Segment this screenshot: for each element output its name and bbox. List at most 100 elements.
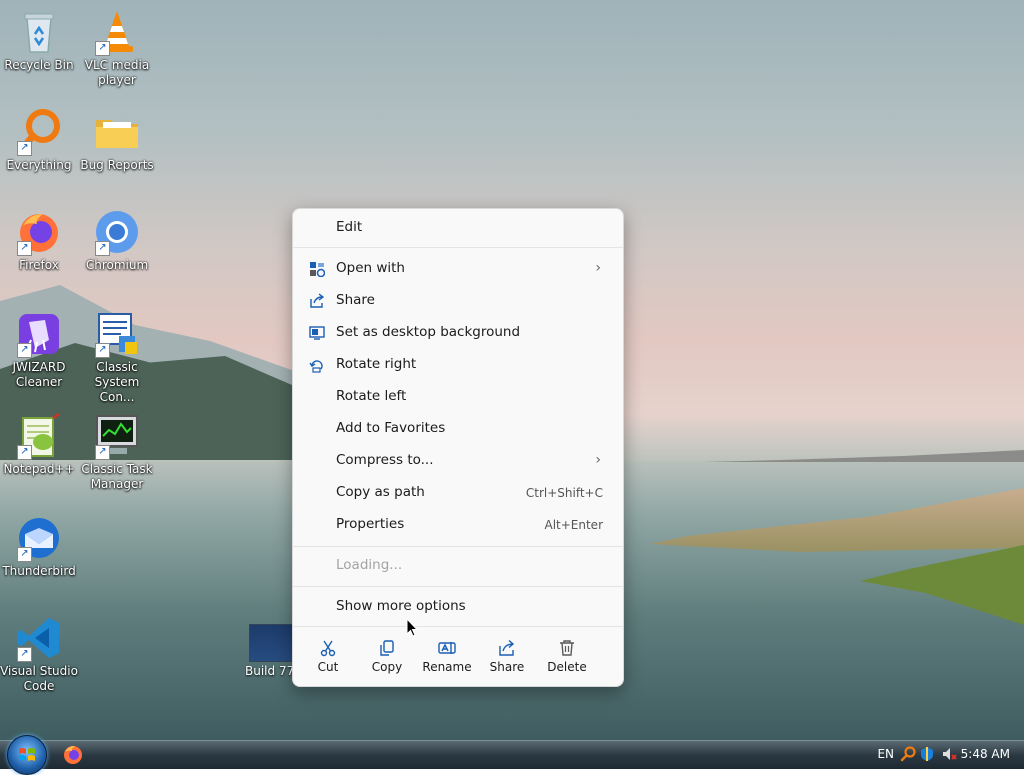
start-button[interactable] bbox=[7, 735, 47, 775]
desktop-icon-chromium[interactable]: ↗ Chromium bbox=[78, 208, 156, 273]
desktop-icon-vscode[interactable]: ↗ Visual Studio Code bbox=[0, 614, 78, 694]
desktop-icon-vlc[interactable]: ↗ VLC media player bbox=[78, 8, 156, 88]
mouse-pointer-icon bbox=[406, 618, 418, 637]
menu-item-show-more-options[interactable]: Show more options bbox=[297, 592, 619, 622]
shortcut-hint: Alt+Enter bbox=[544, 518, 603, 532]
menu-item-label: Edit bbox=[336, 219, 363, 235]
desktop-icon-everything[interactable]: ↗ Everything bbox=[0, 108, 78, 173]
chevron-right-icon: › bbox=[595, 452, 601, 468]
language-indicator[interactable]: EN bbox=[877, 747, 894, 761]
menu-item-set-desktop-background[interactable]: Set as desktop background bbox=[297, 318, 619, 348]
desktop-icon-notepadpp[interactable]: ↗ Notepad++ bbox=[0, 412, 78, 477]
firefox-taskbar-icon[interactable] bbox=[62, 744, 84, 766]
shortcut-arrow-icon: ↗ bbox=[17, 445, 32, 460]
menu-item-label: Loading... bbox=[336, 557, 403, 573]
menu-item-edit[interactable]: Edit bbox=[297, 213, 619, 243]
menu-item-loading: Loading... bbox=[297, 551, 619, 581]
cut-label: Cut bbox=[317, 660, 339, 674]
desktop-icon-thunderbird[interactable]: ↗ Thunderbird bbox=[0, 514, 78, 579]
menu-item-rotate-left[interactable]: Rotate left bbox=[297, 382, 619, 412]
desktop-icon-label: Classic Task Manager bbox=[81, 462, 153, 491]
desktop-icon-classic-system-config[interactable]: ↗ Classic System Con... bbox=[78, 310, 156, 405]
file-thumbnail[interactable] bbox=[249, 624, 295, 662]
folder-icon bbox=[96, 120, 138, 148]
shortcut-arrow-icon: ↗ bbox=[95, 445, 110, 460]
rename-button[interactable]: Rename bbox=[422, 635, 472, 681]
menu-item-label: Copy as path bbox=[336, 484, 425, 500]
menu-item-rotate-right[interactable]: Rotate right bbox=[297, 350, 619, 380]
context-menu: Edit Open with › Share Set as desktop ba… bbox=[292, 208, 624, 687]
menu-item-share[interactable]: Share bbox=[297, 286, 619, 316]
scissors-icon bbox=[319, 639, 337, 657]
share-icon bbox=[309, 293, 325, 309]
delete-button[interactable]: Delete bbox=[542, 635, 592, 681]
rename-label: Rename bbox=[422, 660, 472, 674]
menu-item-label: Add to Favorites bbox=[336, 420, 446, 436]
menu-item-label: Compress to... bbox=[336, 452, 434, 468]
menu-item-label: Show more options bbox=[336, 598, 466, 614]
menu-item-open-with[interactable]: Open with › bbox=[297, 254, 619, 284]
desktop-icon-label: Everything bbox=[6, 158, 72, 172]
share-icon bbox=[498, 639, 516, 657]
menu-item-copy-as-path[interactable]: Copy as path Ctrl+Shift+C bbox=[297, 478, 619, 508]
chevron-right-icon: › bbox=[595, 260, 601, 276]
rename-icon bbox=[438, 639, 456, 657]
desktop-icon-label: JWIZARD Cleaner bbox=[12, 360, 66, 389]
clock[interactable]: 5:48 AM bbox=[961, 747, 1010, 761]
file-label: Build 776 bbox=[245, 664, 293, 678]
cut-button[interactable]: Cut bbox=[303, 635, 353, 681]
rotate-right-icon bbox=[309, 357, 325, 373]
desktop-icon-label: Classic System Con... bbox=[94, 360, 140, 404]
menu-item-label: Set as desktop background bbox=[336, 324, 521, 340]
recycle-bin-icon bbox=[24, 13, 54, 53]
shortcut-arrow-icon: ↗ bbox=[95, 241, 110, 256]
desktop-icon-label: Chromium bbox=[85, 258, 149, 272]
delete-label: Delete bbox=[547, 660, 587, 674]
shortcut-hint: Ctrl+Shift+C bbox=[525, 486, 603, 500]
share-button[interactable]: Share bbox=[482, 635, 532, 681]
desktop-icon-label: Visual Studio Code bbox=[0, 664, 78, 693]
desktop-background-icon bbox=[309, 325, 325, 341]
shortcut-arrow-icon: ↗ bbox=[17, 547, 32, 562]
menu-item-properties[interactable]: Properties Alt+Enter bbox=[297, 510, 619, 540]
trash-icon bbox=[558, 639, 576, 657]
shortcut-arrow-icon: ↗ bbox=[95, 343, 110, 358]
menu-separator bbox=[293, 626, 623, 627]
volume-muted-icon[interactable] bbox=[941, 746, 957, 762]
desktop-icon-label: Notepad++ bbox=[3, 462, 75, 476]
share-label: Share bbox=[489, 660, 525, 674]
menu-item-add-to-favorites[interactable]: Add to Favorites bbox=[297, 414, 619, 444]
desktop-icon-classic-task-manager[interactable]: ↗ Classic Task Manager bbox=[78, 412, 156, 492]
menu-item-label: Share bbox=[336, 292, 375, 308]
desktop-icon-label: Recycle Bin bbox=[4, 58, 74, 72]
taskbar: EN 5:48 AM bbox=[0, 735, 1024, 775]
menu-separator bbox=[293, 247, 623, 248]
shortcut-arrow-icon: ↗ bbox=[95, 41, 110, 56]
shortcut-arrow-icon: ↗ bbox=[17, 343, 32, 358]
windows-logo-icon bbox=[19, 748, 35, 761]
menu-separator bbox=[293, 586, 623, 587]
desktop-icon-label: Firefox bbox=[19, 258, 59, 272]
desktop-icon-firefox[interactable]: ↗ Firefox bbox=[0, 208, 78, 273]
menu-item-label: Properties bbox=[336, 516, 405, 532]
desktop-icon-label: Thunderbird bbox=[2, 564, 76, 578]
menu-item-label: Rotate left bbox=[336, 388, 407, 404]
desktop-icon-label: Bug Reports bbox=[80, 158, 154, 172]
menu-item-label: Rotate right bbox=[336, 356, 417, 372]
open-with-icon bbox=[309, 261, 325, 277]
desktop-icon-jwizard-cleaner[interactable]: ↗ JWIZARD Cleaner bbox=[0, 310, 78, 390]
desktop-icon-label: VLC media player bbox=[84, 58, 150, 87]
everything-tray-icon[interactable] bbox=[900, 746, 916, 762]
desktop-icon-recycle-bin[interactable]: Recycle Bin bbox=[0, 8, 78, 73]
menu-item-label: Open with bbox=[336, 260, 405, 276]
copy-icon bbox=[378, 639, 396, 657]
shortcut-arrow-icon: ↗ bbox=[17, 241, 32, 256]
menu-separator bbox=[293, 546, 623, 547]
menu-item-compress-to[interactable]: Compress to... › bbox=[297, 446, 619, 476]
shortcut-arrow-icon: ↗ bbox=[17, 647, 32, 662]
security-shield-icon[interactable] bbox=[919, 746, 935, 762]
shortcut-arrow-icon: ↗ bbox=[17, 141, 32, 156]
copy-button[interactable]: Copy bbox=[362, 635, 412, 681]
desktop-icon-bug-reports[interactable]: Bug Reports bbox=[78, 108, 156, 173]
copy-label: Copy bbox=[371, 660, 403, 674]
